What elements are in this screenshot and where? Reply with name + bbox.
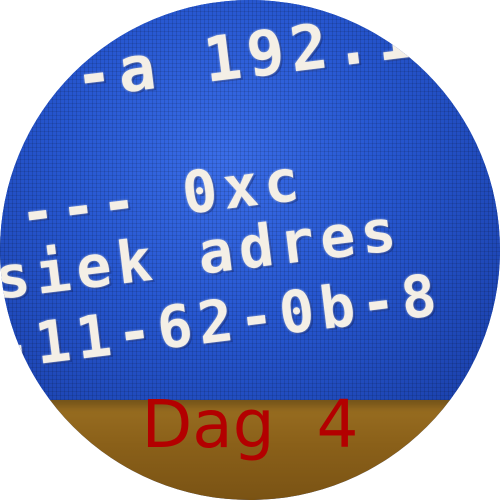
- day-caption: Dag 4: [141, 386, 359, 463]
- monitor-screen: anslag, -a 192.1 --- 0xc siek adres -11-…: [0, 0, 500, 400]
- circular-photo: anslag, -a 192.1 --- 0xc siek adres -11-…: [0, 0, 500, 500]
